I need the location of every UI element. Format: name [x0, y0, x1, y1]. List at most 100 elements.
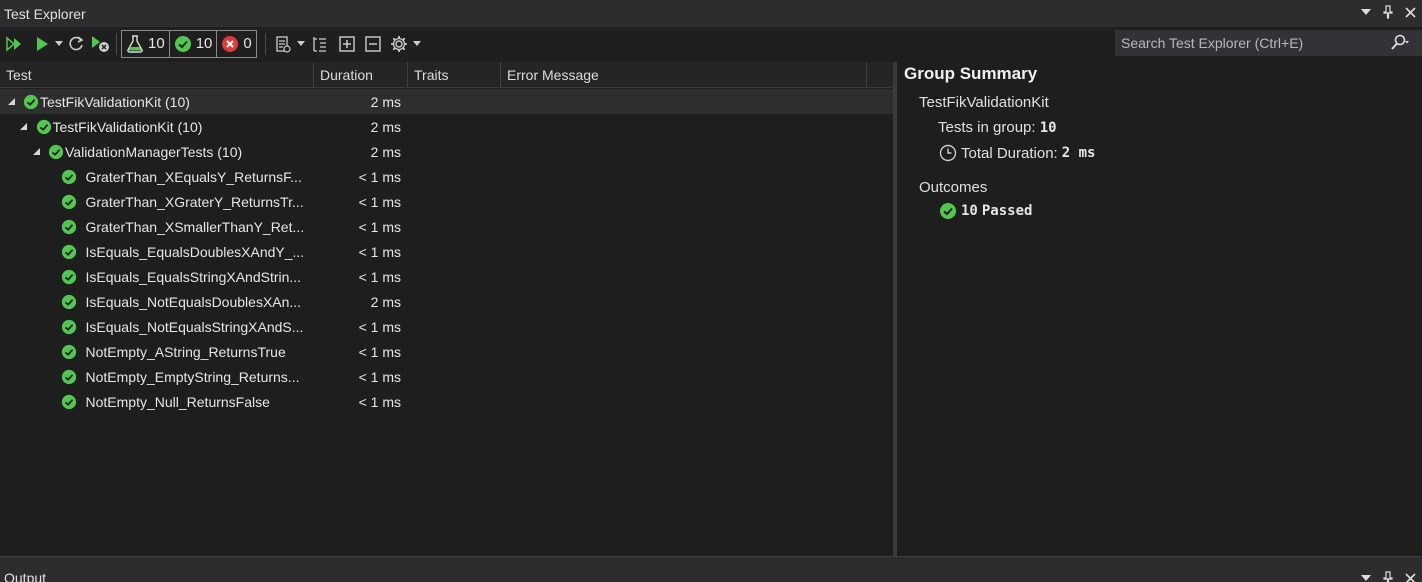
test-duration: 2 ms [370, 118, 401, 135]
passed-tests-counter[interactable]: 10 [169, 29, 218, 58]
collapse-all-icon[interactable] [360, 31, 386, 57]
test-duration: < 1 ms [358, 343, 401, 360]
tree-row[interactable]: NotEmpty_AString_ReturnsTrue < 1 ms [0, 339, 893, 364]
total-tests-count: 10 [148, 35, 165, 52]
test-name: NotEmpty_Null_ReturnsFalse [85, 393, 270, 410]
test-duration: 2 ms [370, 93, 401, 110]
run-icon[interactable] [30, 31, 54, 57]
column-duration[interactable]: Duration [314, 62, 408, 88]
test-duration: < 1 ms [358, 268, 401, 285]
tree-row[interactable]: GraterThan_XEqualsY_ReturnsF... < 1 ms [0, 164, 893, 189]
repeat-last-run-icon[interactable] [64, 31, 88, 57]
total-duration: Total Duration: 2 ms [939, 144, 1095, 162]
window-controls [1358, 3, 1418, 21]
test-name: ValidationManagerTests (10) [65, 143, 243, 160]
tests-in-group-value: 10 [1039, 120, 1057, 136]
tree-row[interactable]: IsEquals_NotEqualsStringXAndS... < 1 ms [0, 314, 893, 339]
test-name: IsEquals_NotEqualsStringXAndS... [85, 318, 304, 335]
failed-icon [222, 35, 239, 52]
group-summary-pane: Group Summary TestFikValidationKit Tests… [897, 62, 1422, 556]
passed-icon [61, 244, 77, 260]
passed-tests-count: 10 [195, 35, 213, 52]
tree-row[interactable]: IsEquals_NotEqualsDoublesXAn... 2 ms [0, 289, 893, 314]
test-name: IsEquals_NotEqualsDoublesXAn... [85, 293, 302, 310]
passed-icon [61, 319, 77, 335]
expand-all-icon[interactable] [334, 31, 360, 57]
title-bar: Test Explorer [0, 0, 1422, 27]
column-test[interactable]: Test [0, 62, 314, 88]
expand-triangle-icon[interactable] [6, 97, 16, 107]
passed-icon [23, 94, 39, 110]
run-dropdown-caret-icon[interactable] [54, 31, 64, 57]
total-tests-counter[interactable]: 10 [121, 29, 170, 58]
search-input[interactable] [1115, 35, 1385, 51]
test-name: GraterThan_XEqualsY_ReturnsF... [85, 168, 302, 185]
failed-tests-count: 0 [243, 35, 252, 52]
tree-row[interactable]: IsEquals_EqualsDoublesXAndY_... < 1 ms [0, 239, 893, 264]
expand-triangle-icon[interactable] [19, 122, 29, 132]
toolbar-separator [116, 32, 117, 55]
outcome-passed[interactable]: 10 Passed [939, 202, 1032, 220]
close-icon[interactable] [1402, 569, 1418, 582]
column-header: Test Duration Traits Error Message [0, 62, 893, 88]
passed-icon [61, 219, 77, 235]
failed-tests-counter[interactable]: 0 [217, 29, 257, 58]
pin-icon[interactable] [1380, 569, 1396, 582]
output-title[interactable]: Output [4, 570, 46, 582]
playlist-dropdown-caret-icon[interactable] [296, 31, 306, 57]
test-name: GraterThan_XSmallerThanY_Ret... [85, 218, 305, 235]
toolbar-separator [264, 32, 266, 55]
tree-row[interactable]: TestFikValidationKit (10) 2 ms [0, 114, 893, 139]
test-duration: < 1 ms [358, 318, 401, 335]
total-duration-value: 2 ms [1061, 145, 1096, 161]
test-name: IsEquals_EqualsStringXAndStrin... [85, 268, 302, 285]
passed-icon [48, 144, 64, 160]
dropdown-icon[interactable] [1358, 3, 1374, 21]
search-box[interactable] [1115, 30, 1422, 56]
tree-row[interactable]: IsEquals_EqualsStringXAndStrin... < 1 ms [0, 264, 893, 289]
output-window-controls [1358, 569, 1418, 582]
search-icon[interactable] [1390, 34, 1410, 55]
outcomes-label: Outcomes [919, 179, 988, 196]
tree-row[interactable]: TestFikValidationKit (10) 2 ms [0, 89, 893, 114]
test-name: GraterThan_XGraterY_ReturnsTr... [85, 193, 304, 210]
passed-icon [174, 35, 191, 52]
test-duration: < 1 ms [358, 368, 401, 385]
playlist-icon[interactable] [270, 31, 296, 57]
gear-icon[interactable] [386, 31, 412, 57]
passed-label: Passed [981, 203, 1033, 219]
test-duration: < 1 ms [358, 393, 401, 410]
tree-row[interactable]: GraterThan_XGraterY_ReturnsTr... < 1 ms [0, 189, 893, 214]
test-tree-pane: Test Duration Traits Error Message TestF… [0, 62, 893, 556]
passed-count: 10 [961, 203, 978, 219]
test-name: NotEmpty_AString_ReturnsTrue [85, 343, 286, 360]
tree-row[interactable]: GraterThan_XSmallerThanY_Ret... < 1 ms [0, 214, 893, 239]
passed-icon [61, 269, 77, 285]
tree-row[interactable]: NotEmpty_EmptyString_Returns... < 1 ms [0, 364, 893, 389]
settings-dropdown-caret-icon[interactable] [412, 31, 422, 57]
tree-row[interactable]: ValidationManagerTests (10) 2 ms [0, 139, 893, 164]
test-name: IsEquals_EqualsDoublesXAndY_... [85, 243, 305, 260]
tests-in-group-label: Tests in group: [938, 119, 1036, 136]
run-all-icon[interactable] [0, 31, 30, 57]
tree-row[interactable]: NotEmpty_Null_ReturnsFalse < 1 ms [0, 389, 893, 414]
column-traits[interactable]: Traits [408, 62, 501, 88]
passed-icon [61, 194, 77, 210]
passed-icon [61, 369, 77, 385]
dropdown-icon[interactable] [1358, 569, 1374, 582]
flask-icon [127, 34, 143, 53]
test-duration: < 1 ms [358, 193, 401, 210]
summary-group-name: TestFikValidationKit [919, 94, 1049, 111]
passed-icon [61, 344, 77, 360]
close-icon[interactable] [1402, 3, 1418, 21]
test-duration: 2 ms [370, 293, 401, 310]
run-failed-cancel-icon[interactable] [88, 31, 112, 57]
column-error-message[interactable]: Error Message [501, 62, 867, 88]
passed-icon [61, 169, 77, 185]
group-by-icon[interactable] [306, 31, 334, 57]
test-duration: < 1 ms [358, 243, 401, 260]
test-duration: 2 ms [370, 143, 401, 160]
test-duration: < 1 ms [358, 218, 401, 235]
pin-icon[interactable] [1380, 3, 1396, 21]
expand-triangle-icon[interactable] [31, 147, 41, 157]
